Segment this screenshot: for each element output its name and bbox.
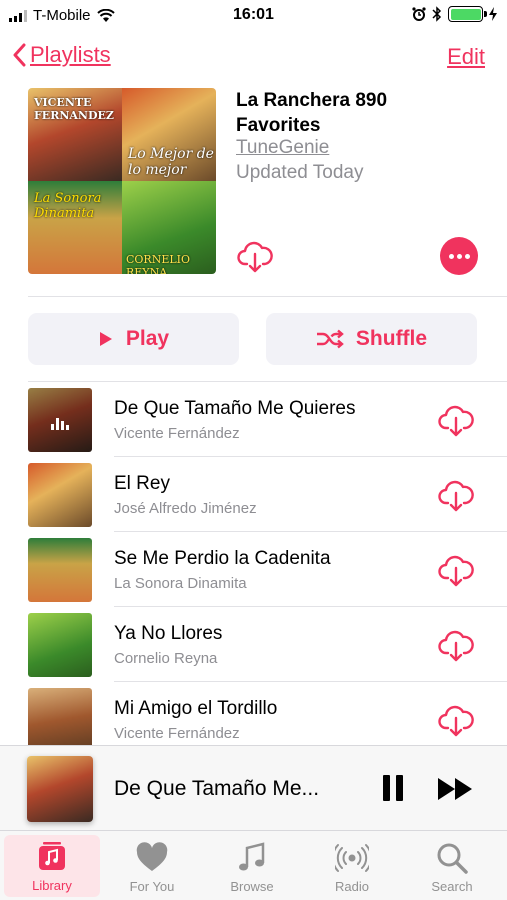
song-artist: La Sonora Dinamita	[114, 575, 247, 592]
play-label: Play	[125, 327, 170, 350]
chevron-left-icon	[13, 43, 26, 67]
song-row[interactable]: De Que Tamaño Me Quieres Vicente Fernánd…	[0, 382, 507, 457]
mini-player[interactable]: De Que Tamaño Me...	[0, 745, 507, 830]
cloud-download-icon[interactable]	[438, 477, 474, 513]
battery-icon	[448, 6, 487, 22]
tab-label: Browse	[230, 879, 274, 894]
song-artist: José Alfredo Jiménez	[114, 500, 257, 517]
song-row[interactable]: El Rey José Alfredo Jiménez	[0, 457, 507, 532]
song-row[interactable]: Ya No Llores Cornelio Reyna	[0, 607, 507, 682]
now-playing-title: De Que Tamaño Me...	[114, 777, 320, 800]
tab-label: Radio	[335, 879, 369, 894]
playlist-author-link[interactable]: TuneGenie	[236, 137, 329, 159]
tab-library[interactable]: Library	[4, 835, 100, 897]
song-artist: Cornelio Reyna	[114, 650, 218, 667]
library-icon	[39, 842, 65, 870]
song-title: De Que Tamaño Me Quieres	[114, 398, 356, 419]
shuffle-icon	[316, 329, 344, 349]
cloud-download-icon[interactable]	[438, 402, 474, 438]
play-icon	[99, 332, 112, 346]
playlist-artwork: VICENTE FERNANDEZ Lo Mejor de lo mejor L…	[28, 88, 216, 274]
playlist-title: La Ranchera 890 Favorites	[236, 90, 388, 136]
song-artist: Vicente Fernández	[114, 725, 240, 742]
now-playing-bars-icon	[28, 388, 92, 452]
cloud-download-icon[interactable]	[237, 238, 273, 274]
cloud-download-icon[interactable]	[438, 627, 474, 663]
search-icon	[437, 843, 468, 874]
back-label: Playlists	[30, 42, 111, 67]
song-artwork	[28, 538, 92, 602]
shuffle-button[interactable]: Shuffle	[266, 313, 477, 365]
heart-icon	[136, 842, 168, 871]
play-button[interactable]: Play	[28, 313, 239, 365]
tab-bar: Library For You Browse Radio Search	[0, 830, 507, 900]
shuffle-label: Shuffle	[355, 327, 428, 350]
song-title: El Rey	[114, 473, 170, 494]
tab-for-you[interactable]: For You	[104, 835, 200, 897]
charging-icon	[489, 7, 497, 21]
song-row[interactable]: Se Me Perdio la Cadenita La Sonora Dinam…	[0, 532, 507, 607]
music-note-icon	[239, 842, 265, 871]
playlist-updated: Updated Today	[236, 162, 364, 183]
navigation-bar: Playlists Edit	[0, 38, 507, 78]
album-art-tile: La Sonora Dinamita	[28, 181, 122, 274]
tab-label: Library	[32, 878, 72, 893]
back-button[interactable]: Playlists	[12, 42, 111, 68]
song-artwork	[28, 613, 92, 677]
tab-search[interactable]: Search	[404, 835, 500, 897]
album-art-tile: CORNELIO REYNA	[122, 181, 216, 274]
song-artwork	[28, 388, 92, 452]
bluetooth-icon	[432, 6, 442, 22]
edit-button[interactable]: Edit	[447, 44, 485, 70]
album-art-tile: VICENTE FERNANDEZ	[28, 88, 122, 181]
tab-radio[interactable]: Radio	[304, 835, 400, 897]
cloud-download-icon[interactable]	[438, 702, 474, 738]
fast-forward-icon[interactable]	[437, 776, 475, 802]
cloud-download-icon[interactable]	[438, 552, 474, 588]
status-bar: T-Mobile 16:01	[0, 0, 507, 30]
song-title: Mi Amigo el Tordillo	[114, 698, 278, 719]
pause-button[interactable]	[380, 775, 406, 803]
album-art-tile: Lo Mejor de lo mejor	[122, 88, 216, 181]
alarm-icon	[412, 7, 426, 21]
more-options-button[interactable]	[440, 237, 478, 275]
song-artist: Vicente Fernández	[114, 425, 240, 442]
tab-label: Search	[431, 879, 473, 894]
tab-label: For You	[129, 879, 175, 894]
radio-icon	[335, 844, 369, 872]
song-title: Ya No Llores	[114, 623, 223, 644]
now-playing-artwork	[27, 756, 93, 822]
song-title: Se Me Perdio la Cadenita	[114, 548, 331, 569]
tab-browse[interactable]: Browse	[204, 835, 300, 897]
song-artwork	[28, 688, 92, 752]
divider	[28, 296, 507, 297]
song-artwork	[28, 463, 92, 527]
